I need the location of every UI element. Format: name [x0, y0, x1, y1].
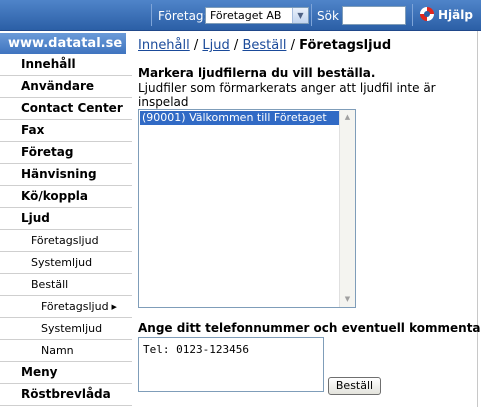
sidebar-item-label: Företag [21, 145, 74, 159]
sidebar-item-label: Innehåll [21, 57, 76, 71]
divider [412, 4, 413, 26]
breadcrumb-separator: / [290, 38, 295, 53]
listbox-option[interactable]: (90001) Välkommen till Företaget [140, 111, 354, 125]
section-title: Markera ljudfilerna du vill beställa. [138, 66, 376, 80]
scroll-up-icon[interactable]: ▲ [340, 110, 355, 125]
sidebar-item-label: Systemljud [41, 322, 103, 335]
phone-title: Ange ditt telefonnummer och eventuell ko… [138, 321, 481, 335]
sidebar-item-label: Namn [41, 344, 74, 357]
scroll-down-icon[interactable]: ▼ [340, 292, 355, 307]
sidebar-item-label: Ljud [21, 211, 50, 225]
sidebar-item-label: Beställ [31, 278, 69, 291]
top-bar: Företag: Företaget AB ▼ Sök Hjälp [0, 0, 481, 31]
search-label: Sök [317, 9, 339, 23]
sidebar-item-anvandare[interactable]: Användare [0, 76, 132, 98]
sidebar-item-rostbrevlada[interactable]: Röstbrevlåda [0, 384, 132, 406]
sidebar-item-label: Systemljud [31, 256, 93, 269]
sidebar-item-foretagsljud[interactable]: Företagsljud [0, 230, 132, 252]
sidebar-item-foretag[interactable]: Företag [0, 142, 132, 164]
company-label: Företag: [158, 9, 208, 23]
caret-right-icon: ▶ [111, 303, 117, 311]
sidebar-item-bestall-namn[interactable]: Namn [0, 340, 132, 362]
breadcrumb-bestall[interactable]: Beställ [242, 38, 286, 53]
chevron-down-icon[interactable]: ▼ [292, 8, 308, 23]
help-link[interactable]: Hjälp [420, 5, 473, 25]
sidebar-item-systemljud[interactable]: Systemljud [0, 252, 132, 274]
sidebar-menu: Innehåll Användare Contact Center Fax Fö… [0, 54, 132, 406]
phone-comment-textarea[interactable]: Tel: 0123-123456 [138, 337, 324, 392]
content-border [477, 31, 478, 407]
sidebar-item-hanvisning[interactable]: Hänvisning [0, 164, 132, 186]
sidebar-item-bestall-foretagsljud[interactable]: Företagsljud ▶ [0, 296, 132, 318]
sidebar-item-label: Användare [21, 79, 95, 93]
breadcrumb-ljud[interactable]: Ljud [202, 38, 229, 53]
section-description: Ljudfiler som förmarkerats anger att lju… [138, 81, 436, 109]
help-label: Hjälp [438, 8, 473, 22]
sound-file-listbox[interactable]: (90001) Välkommen till Företaget ▲ ▼ [138, 109, 356, 308]
main-content: Innehåll / Ljud / Beställ / Företagsljud… [138, 33, 481, 395]
breadcrumb-separator: / [233, 38, 239, 53]
sidebar-item-ljud[interactable]: Ljud [0, 208, 132, 230]
breadcrumb: Innehåll / Ljud / Beställ / Företagsljud [138, 33, 478, 59]
sidebar-item-label: Meny [21, 365, 58, 379]
sidebar-item-ko-koppla[interactable]: Kö/koppla [0, 186, 132, 208]
sidebar-item-label: Contact Center [21, 101, 123, 115]
logo: www.datatal.se [0, 33, 126, 54]
search-input[interactable] [342, 6, 406, 25]
breadcrumb-current: Företagsljud [299, 38, 392, 53]
lifebuoy-icon [420, 7, 434, 21]
sidebar-item-label: Företagsljud [31, 234, 99, 247]
order-button[interactable]: Beställ [328, 377, 381, 395]
company-select-value: Företaget AB [210, 9, 282, 22]
sidebar-item-fax[interactable]: Fax [0, 120, 132, 142]
sidebar-item-label: Röstbrevlåda [21, 387, 111, 401]
sidebar-item-bestall[interactable]: Beställ [0, 274, 132, 296]
sidebar-item-contact-center[interactable]: Contact Center [0, 98, 132, 120]
divider [151, 4, 152, 26]
company-select[interactable]: Företaget AB ▼ [205, 7, 309, 24]
divider [311, 4, 312, 26]
sidebar-item-bestall-systemljud[interactable]: Systemljud [0, 318, 132, 340]
scrollbar[interactable]: ▲ ▼ [339, 110, 355, 307]
sidebar-item-label: Företagsljud [41, 300, 109, 313]
sidebar-item-label: Hänvisning [21, 167, 97, 181]
sidebar-item-meny[interactable]: Meny [0, 362, 132, 384]
sidebar-item-label: Fax [21, 123, 45, 137]
sidebar-item-label: Kö/koppla [21, 189, 89, 203]
breadcrumb-separator: / [193, 38, 199, 53]
breadcrumb-innehall[interactable]: Innehåll [138, 38, 190, 53]
sidebar-item-innehall[interactable]: Innehåll [0, 54, 132, 76]
